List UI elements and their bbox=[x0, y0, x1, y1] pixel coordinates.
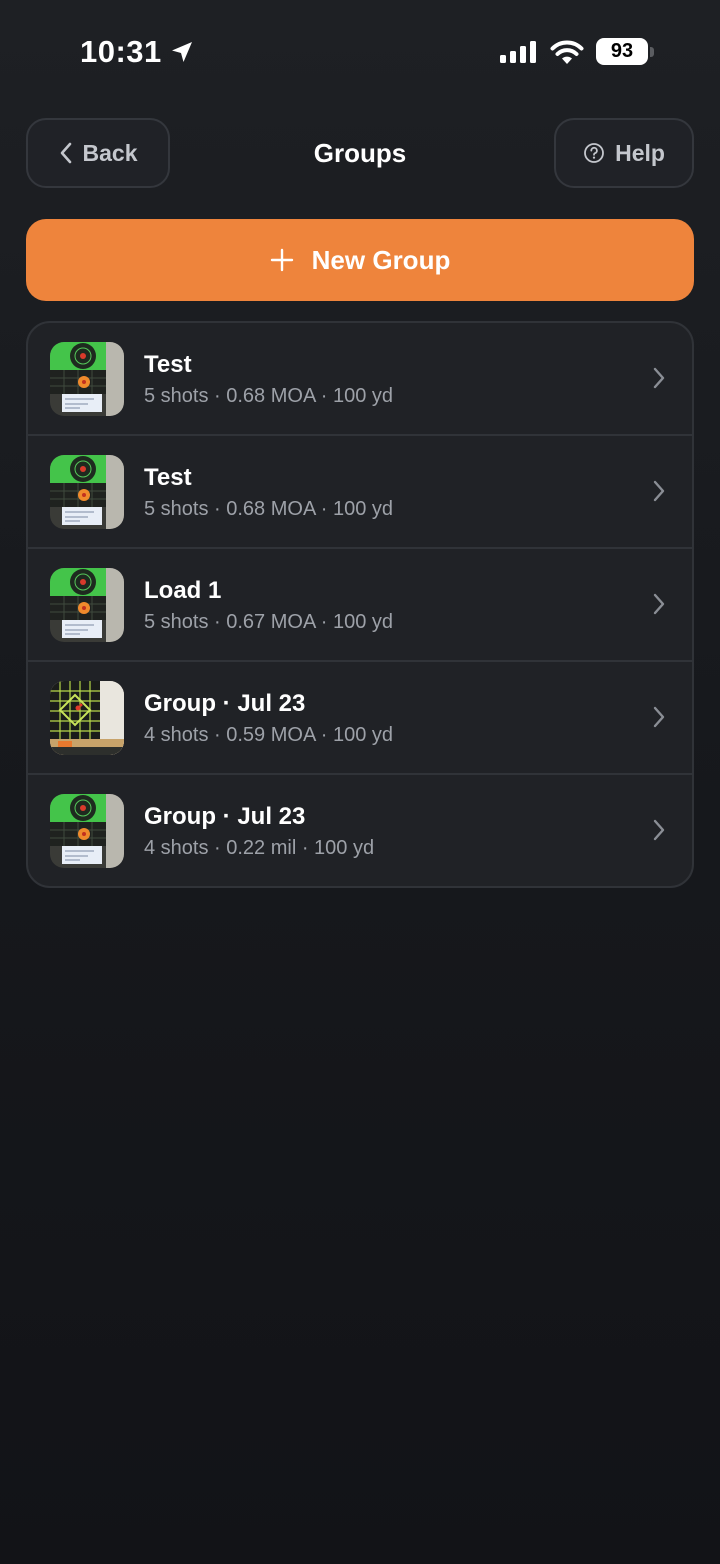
group-row[interactable]: Load 1 5 shots · 0.67 MOA · 100 yd bbox=[28, 549, 692, 662]
group-title: Test bbox=[144, 464, 192, 491]
plus-icon bbox=[270, 248, 293, 272]
question-circle-icon bbox=[584, 143, 604, 163]
chevron-left-icon bbox=[60, 142, 71, 164]
status-indicators: 93 bbox=[500, 38, 654, 65]
chevron-right-icon bbox=[653, 706, 665, 728]
target-thumbnail bbox=[50, 681, 124, 755]
chevron-right-icon bbox=[653, 593, 665, 615]
help-button[interactable]: Help bbox=[554, 118, 694, 188]
help-button-label: Help bbox=[615, 139, 665, 166]
new-group-label: New Group bbox=[311, 244, 451, 275]
wifi-icon bbox=[550, 40, 584, 64]
group-title: Test bbox=[144, 351, 192, 378]
battery-level: 93 bbox=[596, 38, 648, 65]
group-meta: 5 shots · 0.67 MOA · 100 yd bbox=[144, 611, 394, 633]
group-meta: 5 shots · 0.68 MOA · 100 yd bbox=[144, 385, 394, 407]
battery-cap bbox=[650, 46, 654, 57]
group-title: Load 1 bbox=[144, 577, 222, 604]
back-button-label: Back bbox=[82, 139, 138, 166]
group-list: Test 5 shots · 0.68 MOA · 100 yd Test 5 … bbox=[26, 321, 694, 888]
group-row[interactable]: Test 5 shots · 0.68 MOA · 100 yd bbox=[28, 323, 692, 436]
chevron-right-icon bbox=[653, 367, 665, 389]
status-bar: 10:31 93 bbox=[0, 0, 720, 100]
target-thumbnail bbox=[50, 568, 124, 642]
status-time-text: 10:31 bbox=[80, 34, 162, 69]
location-arrow-icon bbox=[171, 42, 192, 62]
battery-indicator: 93 bbox=[596, 38, 654, 65]
status-time: 10:31 bbox=[80, 34, 194, 70]
target-thumbnail bbox=[50, 342, 124, 416]
target-thumbnail bbox=[50, 794, 124, 868]
group-meta: 4 shots · 0.59 MOA · 100 yd bbox=[144, 724, 394, 746]
chevron-right-icon bbox=[653, 819, 665, 841]
chevron-right-icon bbox=[653, 480, 665, 502]
group-row[interactable]: Group · Jul 23 4 shots · 0.22 mil · 100 … bbox=[28, 775, 692, 886]
group-title: Group · Jul 23 bbox=[144, 690, 306, 717]
new-group-button[interactable]: New Group bbox=[26, 219, 694, 301]
navigation-header: Back Groups Help bbox=[26, 118, 694, 190]
back-button[interactable]: Back bbox=[26, 118, 170, 188]
cellular-signal-icon bbox=[500, 40, 536, 63]
target-thumbnail bbox=[50, 455, 124, 529]
group-title: Group · Jul 23 bbox=[144, 803, 306, 830]
group-row[interactable]: Group · Jul 23 4 shots · 0.59 MOA · 100 … bbox=[28, 662, 692, 775]
group-row[interactable]: Test 5 shots · 0.68 MOA · 100 yd bbox=[28, 436, 692, 549]
group-meta: 4 shots · 0.22 mil · 100 yd bbox=[144, 837, 375, 859]
group-meta: 5 shots · 0.68 MOA · 100 yd bbox=[144, 498, 394, 520]
